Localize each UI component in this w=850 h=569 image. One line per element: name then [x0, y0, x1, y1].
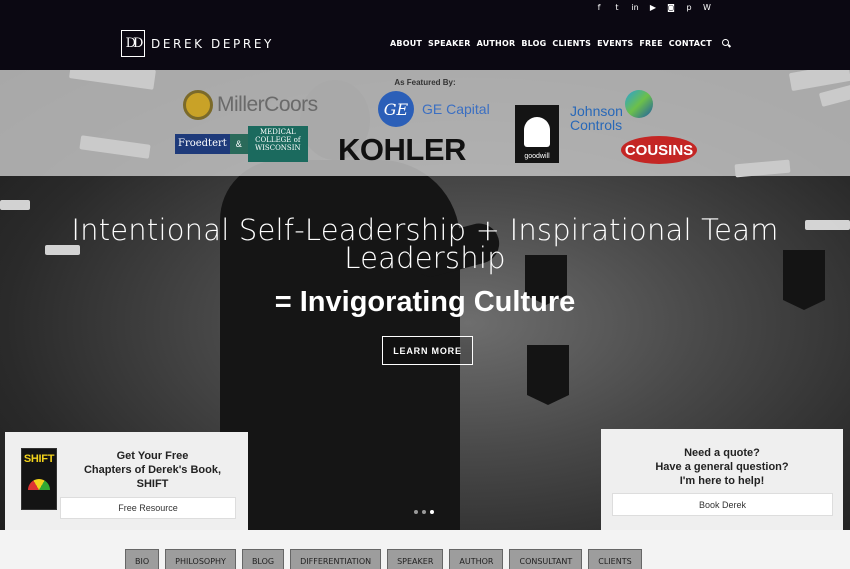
free-resource-button[interactable]: Free Resource: [60, 497, 236, 519]
johnson-controls-logo: Johnson Controls: [570, 90, 653, 132]
froedtert-mcw-logo: Froedtert & MEDICAL COLLEGE of WISCONSIN: [175, 126, 308, 162]
tab-consultant[interactable]: CONSULTANT: [509, 549, 583, 569]
banner-pennant: [527, 345, 569, 405]
goodwill-logo: goodwill: [515, 105, 559, 163]
main-nav: ABOUT SPEAKER AUTHOR BLOG CLIENTS EVENTS…: [390, 39, 731, 48]
site-logo[interactable]: DD DEREK DEPREY: [121, 30, 274, 57]
linkedin-icon[interactable]: in: [626, 2, 644, 14]
nav-author[interactable]: AUTHOR: [477, 39, 516, 48]
search-icon[interactable]: [721, 39, 731, 48]
hero-headline: Intentional Self-Leadership + Inspiratio…: [71, 213, 779, 275]
cousins-logo: COUSINS: [621, 136, 697, 164]
twitter-icon[interactable]: t: [608, 2, 626, 14]
nav-blog[interactable]: BLOG: [521, 39, 546, 48]
tab-speaker[interactable]: SPEAKER: [387, 549, 444, 569]
contact-card-title: Need a quote? Have a general question? I…: [655, 447, 789, 487]
tab-bio[interactable]: BIO: [125, 549, 160, 569]
book-derek-button[interactable]: Book Derek: [612, 493, 833, 516]
social-links: f t in ▶ ◙ p W: [590, 2, 716, 14]
nav-free[interactable]: FREE: [639, 39, 662, 48]
youtube-icon[interactable]: ▶: [644, 2, 662, 14]
free-book-card: SHIFT Get Your Free Chapters of Derek's …: [5, 432, 248, 530]
kohler-logo: KOHLER: [338, 132, 466, 167]
book-cover-image: SHIFT: [21, 448, 57, 510]
logo-mark: DD: [121, 30, 145, 57]
contact-card: Need a quote? Have a general question? I…: [601, 429, 843, 530]
ceiling-light: [0, 200, 30, 210]
site-header: f t in ▶ ◙ p W DD DEREK DEPREY ABOUT SPE…: [0, 0, 850, 70]
instagram-icon[interactable]: ◙: [662, 2, 680, 14]
wordpress-icon[interactable]: W: [698, 2, 716, 14]
tab-author[interactable]: AUTHOR: [449, 549, 504, 569]
hero-subhead: = Invigorating Culture: [274, 286, 576, 318]
carousel-dot[interactable]: [414, 510, 418, 514]
tab-blog[interactable]: BLOG: [241, 549, 285, 569]
nav-speaker[interactable]: SPEAKER: [428, 39, 471, 48]
carousel-dots: [414, 510, 434, 514]
millercoors-logo: MillerCoors: [183, 90, 318, 120]
tab-differentiation[interactable]: DIFFERENTIATION: [290, 549, 382, 569]
section-tabs: BIO PHILOSOPHY BLOG DIFFERENTIATION SPEA…: [125, 549, 642, 569]
free-book-title: Get Your Free Chapters of Derek's Book, …: [83, 450, 222, 490]
nav-contact[interactable]: CONTACT: [669, 39, 712, 48]
logo-text: DEREK DEPREY: [151, 36, 274, 51]
facebook-icon[interactable]: f: [590, 2, 608, 14]
pinterest-icon[interactable]: p: [680, 2, 698, 14]
featured-logos-strip: As Featured By: MillerCoors GE GE Capital…: [0, 70, 850, 176]
carousel-dot-active[interactable]: [430, 510, 434, 514]
nav-about[interactable]: ABOUT: [390, 39, 422, 48]
learn-more-button[interactable]: LEARN MORE: [382, 336, 473, 365]
carousel-dot[interactable]: [422, 510, 426, 514]
tab-philosophy[interactable]: PHILOSOPHY: [165, 549, 236, 569]
ge-capital-logo: GE GE Capital: [378, 91, 490, 127]
featured-title: As Featured By:: [394, 78, 456, 87]
tab-clients[interactable]: CLIENTS: [588, 549, 642, 569]
nav-clients[interactable]: CLIENTS: [552, 39, 591, 48]
nav-events[interactable]: EVENTS: [597, 39, 633, 48]
